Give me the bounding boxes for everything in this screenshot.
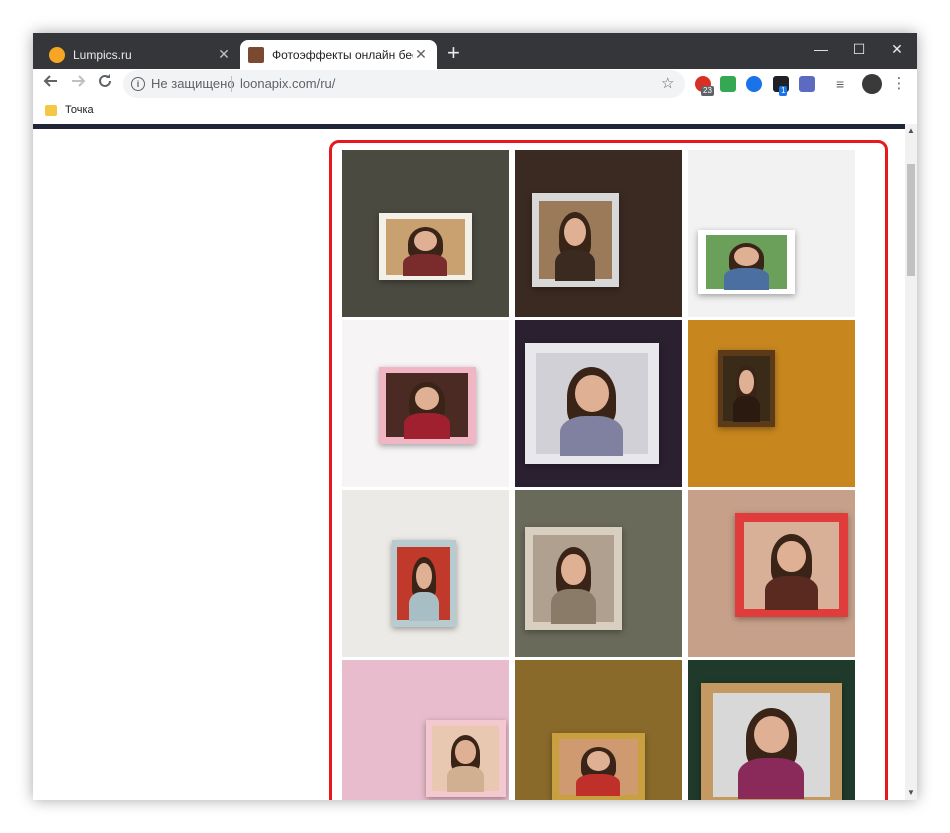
close-tab-icon[interactable]: ✕ <box>216 46 232 63</box>
address-bar[interactable]: i Не защищено loonapix.com/ru/ ☆ <box>123 70 685 98</box>
avatar[interactable] <box>862 74 882 94</box>
photo-frame <box>378 366 476 444</box>
framed-photo <box>386 372 468 439</box>
cube-icon[interactable]: 1 <box>773 76 789 96</box>
scrollbar[interactable]: ▲ ▼ <box>905 124 917 800</box>
loonapix-favicon-icon <box>248 46 264 63</box>
photo-frame <box>718 350 775 427</box>
forward-arrow-icon[interactable] <box>66 72 90 96</box>
playlist-icon[interactable]: ≡ <box>836 76 852 92</box>
framed-photo <box>712 693 831 800</box>
portrait-body <box>738 757 805 800</box>
photo-effect-railway-polaroids[interactable] <box>342 150 509 317</box>
browser-toolbar: i Не защищено loonapix.com/ru/ ☆ 23 1 ≡ … <box>33 69 917 99</box>
photo-frame <box>525 526 622 631</box>
portrait-face <box>415 563 432 590</box>
portrait-body <box>446 766 485 793</box>
extension-badge: 1 <box>779 86 788 96</box>
portrait-body <box>554 249 596 281</box>
extension-badge: 23 <box>701 86 714 96</box>
photo-frame <box>701 683 842 800</box>
close-tab-icon[interactable]: ✕ <box>413 46 429 63</box>
framed-photo <box>431 726 500 793</box>
tab-strip: Lumpics.ru ✕ Фотоэффекты онлайн бесплатн… <box>33 33 917 69</box>
photo-effect-heart-sepia[interactable] <box>515 490 682 657</box>
folder-icon <box>45 105 57 116</box>
photo-effect-pink-frame-kiss[interactable] <box>342 320 509 487</box>
portrait-face <box>739 370 754 394</box>
framed-photo <box>559 738 638 797</box>
tab-title: Фотоэффекты онлайн бесплатно <box>272 47 413 62</box>
framed-photo <box>397 547 451 622</box>
photo-effect-woman-window[interactable] <box>688 320 855 487</box>
photo-effect-tulips-family[interactable] <box>688 150 855 317</box>
portrait-body <box>723 268 770 290</box>
portrait-face <box>777 540 806 573</box>
adblock-icon[interactable]: 23 <box>695 76 714 96</box>
framed-photo <box>386 218 465 277</box>
security-status[interactable]: Не защищено <box>151 76 235 91</box>
photo-frame <box>425 720 506 797</box>
photo-frame <box>525 343 659 464</box>
photo-effect-heart-frame-couple[interactable] <box>688 490 855 657</box>
tab-lumpics[interactable]: Lumpics.ru ✕ <box>41 40 240 69</box>
tab-loonapix[interactable]: Фотоэффекты онлайн бесплатно ✕ <box>240 40 437 69</box>
music-icon[interactable] <box>720 76 736 92</box>
portrait-body <box>576 773 621 797</box>
framed-photo <box>538 200 612 281</box>
portrait-body <box>404 412 450 439</box>
photo-effect-winter-wood-frame[interactable] <box>688 660 855 800</box>
portrait-body <box>560 415 624 456</box>
bookmark-item[interactable]: Точка <box>65 104 94 116</box>
portrait-body <box>764 575 819 611</box>
menu-kebab-icon[interactable]: ⋮ <box>891 76 907 92</box>
portrait-body <box>550 588 597 624</box>
minimize-button[interactable]: — <box>801 37 841 61</box>
portrait-face <box>574 375 609 412</box>
framed-photo <box>535 352 648 456</box>
lumpics-favicon-icon <box>49 46 65 63</box>
new-tab-button[interactable]: + <box>447 42 460 64</box>
portrait-face <box>455 740 476 764</box>
portrait-face <box>734 246 759 267</box>
photo-frame <box>378 213 473 281</box>
close-window-button[interactable]: ✕ <box>877 37 917 61</box>
bookmark-star-icon[interactable]: ☆ <box>661 74 674 92</box>
photo-effect-vogue-cover[interactable] <box>342 490 509 657</box>
photo-effect-pencil-sketch[interactable] <box>515 320 682 487</box>
photo-effect-party-friends[interactable] <box>515 660 682 800</box>
framed-photo <box>743 521 840 611</box>
reload-icon[interactable] <box>93 72 117 96</box>
photo-frame <box>698 230 795 294</box>
omnibox-divider <box>231 76 232 92</box>
photo-frame <box>551 733 646 800</box>
info-icon[interactable]: i <box>131 77 145 91</box>
portrait-body <box>408 592 439 622</box>
photo-effect-birthday-cupcake[interactable] <box>342 660 509 800</box>
photo-effects-gallery <box>342 150 857 800</box>
framed-photo <box>722 356 771 422</box>
photo-frame <box>392 540 456 627</box>
scroll-down-icon[interactable]: ▼ <box>907 788 915 797</box>
back-arrow-icon[interactable] <box>39 72 63 96</box>
tab-title: Lumpics.ru <box>73 47 132 62</box>
page-content <box>33 129 905 800</box>
photo-frame <box>734 513 849 617</box>
scrollbar-thumb[interactable] <box>907 164 915 276</box>
translate-icon[interactable] <box>799 76 815 92</box>
portrait-body <box>733 396 760 422</box>
portrait-body <box>403 253 448 277</box>
maximize-button[interactable]: ☐ <box>839 37 879 61</box>
framed-photo <box>705 235 788 290</box>
url-text[interactable]: loonapix.com/ru/ <box>240 76 335 91</box>
portrait-face <box>561 554 586 586</box>
browser-window: Lumpics.ru ✕ Фотоэффекты онлайн бесплатн… <box>33 33 917 800</box>
photo-effect-lamp-frame[interactable] <box>515 150 682 317</box>
photo-frame <box>531 193 619 287</box>
globe-icon[interactable] <box>746 76 762 92</box>
bookmarks-bar: Точка <box>33 99 917 124</box>
framed-photo <box>532 535 615 624</box>
scroll-up-icon[interactable]: ▲ <box>907 126 915 135</box>
